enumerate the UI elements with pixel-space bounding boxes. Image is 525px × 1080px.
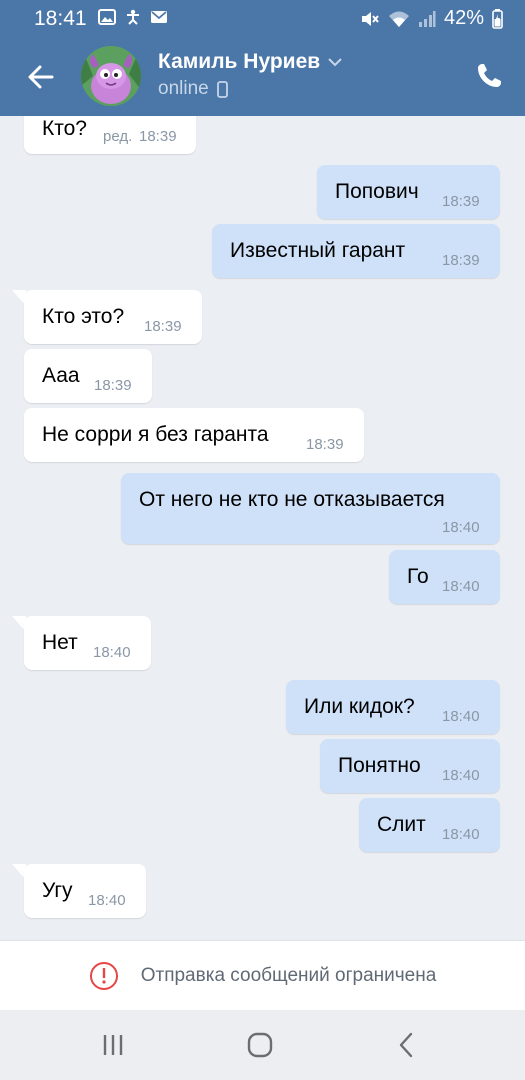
incoming-message[interactable]: Не сорри я без гаранта 18:39	[24, 408, 364, 462]
incoming-message[interactable]: Угу 18:40	[24, 864, 146, 918]
incoming-message[interactable]: Ааа 18:39	[24, 349, 152, 403]
message-time: 18:39	[442, 193, 480, 210]
contact-name-row[interactable]: Камиль Нуриев	[158, 50, 342, 74]
message-text: Известный гарант	[230, 239, 406, 262]
phone-call-icon[interactable]	[475, 62, 503, 90]
gallery-icon	[98, 9, 116, 25]
status-bar: 18:41 42%	[0, 0, 525, 36]
battery-percent: 42%	[443, 7, 484, 29]
message-text: От него не кто не отказывается	[139, 488, 445, 511]
outgoing-message[interactable]: Го 18:40	[389, 550, 500, 604]
messaging-restricted-banner: Отправка сообщений ограничена	[0, 940, 525, 1011]
battery-icon	[492, 8, 503, 29]
outgoing-message[interactable]: Или кидок? 18:40	[286, 680, 500, 734]
clock: 18:41	[34, 7, 87, 30]
contact-name: Камиль Нуриев	[158, 50, 321, 73]
home-icon[interactable]	[245, 1030, 275, 1060]
message-time: 18:40	[93, 644, 131, 661]
chevron-down-icon	[328, 58, 342, 67]
recent-apps-icon[interactable]	[98, 1030, 128, 1060]
message-text: Попович	[335, 180, 419, 203]
wifi-icon	[388, 11, 409, 27]
message-time: 18:39	[144, 318, 182, 335]
system-navigation-bar	[0, 1010, 525, 1080]
message-time: 18:40	[88, 892, 126, 909]
outgoing-message[interactable]: Известный гарант 18:39	[212, 224, 500, 278]
accessibility-icon	[127, 9, 139, 25]
message-time: 18:40	[442, 708, 480, 725]
back-arrow-icon[interactable]	[26, 62, 56, 92]
signal-icon	[418, 10, 436, 27]
message-time: 18:39	[306, 436, 344, 453]
outgoing-message[interactable]: Понятно 18:40	[320, 739, 500, 793]
message-text: Кто?	[42, 117, 87, 140]
message-text: Нет	[42, 631, 78, 654]
message-text: Угу	[42, 879, 73, 902]
avatar[interactable]	[81, 46, 141, 106]
notification-icons	[98, 9, 168, 25]
incoming-message[interactable]: Нет 18:40	[24, 616, 151, 670]
message-time: 18:40	[442, 519, 480, 536]
restriction-text: Отправка сообщений ограничена	[140, 965, 437, 986]
incoming-message[interactable]: Кто? ред. 18:39	[24, 116, 196, 154]
system-indicators: 42%	[360, 7, 503, 30]
message-time: 18:39	[94, 377, 132, 394]
incoming-message[interactable]: Кто это? 18:39	[24, 290, 202, 344]
chat-header: Камиль Нуриев online	[0, 36, 525, 116]
avatar-image	[81, 46, 141, 106]
message-list[interactable]: Кто? ред. 18:39 Попович 18:39 Известный …	[0, 116, 525, 940]
message-time: 18:40	[442, 767, 480, 784]
back-nav-icon[interactable]	[392, 1030, 422, 1060]
mute-icon	[361, 11, 379, 26]
outgoing-message[interactable]: Попович 18:39	[317, 165, 500, 219]
message-time: 18:39	[442, 252, 480, 269]
status-text: online	[158, 78, 209, 99]
message-text: Слит	[377, 813, 426, 836]
outgoing-message[interactable]: От него не кто не отказывается 18:40	[121, 473, 500, 544]
outgoing-message[interactable]: Слит 18:40	[359, 798, 500, 852]
message-text: Ааа	[42, 364, 80, 387]
online-status: online	[158, 78, 228, 100]
mobile-device-icon	[216, 80, 228, 98]
message-time: 18:39	[139, 128, 177, 145]
message-text: Или кидок?	[304, 695, 415, 718]
alert-icon	[89, 962, 118, 990]
message-time: 18:40	[442, 826, 480, 843]
message-text: Кто это?	[42, 305, 125, 328]
message-text: Понятно	[338, 754, 421, 777]
message-text: Го	[407, 565, 429, 588]
edited-label: ред.	[103, 128, 133, 145]
mail-icon	[151, 11, 167, 23]
message-time: 18:40	[442, 578, 480, 595]
message-text: Не сорри я без гаранта	[42, 423, 269, 446]
